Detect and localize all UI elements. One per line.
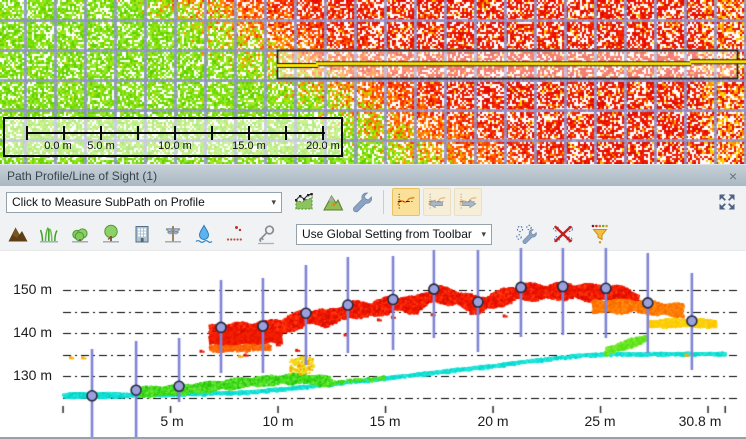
scale-bar-tick	[63, 126, 65, 140]
shrub-icon[interactable]	[67, 221, 93, 247]
y-axis-label: 150 m	[2, 281, 52, 299]
y-axis-label: 130 m	[2, 367, 52, 385]
scale-bar-tick	[322, 126, 324, 140]
toolbar-separator	[383, 190, 384, 214]
panel-titlebar[interactable]: Path Profile/Line of Sight (1) ×	[0, 164, 746, 186]
tree-icon[interactable]	[98, 221, 124, 247]
profile-canvas[interactable]	[0, 245, 746, 439]
terrain-profile-icon[interactable]	[320, 189, 346, 215]
x-axis-label: 5 m	[160, 413, 183, 429]
x-axis-label: 30.8 m	[679, 413, 722, 429]
close-icon[interactable]: ×	[727, 169, 739, 183]
expand-view-icon[interactable]	[714, 189, 740, 215]
scale-bar-label: 10.0 m	[158, 140, 192, 152]
building-icon[interactable]	[129, 221, 155, 247]
chevron-down-icon[interactable]: ▾	[477, 229, 486, 240]
scale-bar-tick	[285, 126, 287, 140]
key-icon[interactable]	[253, 221, 279, 247]
x-axis-label: 10 m	[262, 413, 293, 429]
global-setting-value: Use Global Setting from Toolbar	[302, 227, 472, 241]
profile-toolbar: Click to Measure SubPath on Profile ▾	[0, 186, 746, 218]
profile-current-icon[interactable]	[392, 188, 420, 216]
y-axis-label: 140 m	[2, 324, 52, 342]
x-axis-label: 15 m	[369, 413, 400, 429]
panel-title: Path Profile/Line of Sight (1)	[7, 169, 157, 183]
powerline-icon[interactable]	[160, 221, 186, 247]
ground-icon[interactable]	[5, 221, 31, 247]
points-settings-icon[interactable]	[513, 221, 539, 247]
app-window: 0.0 m 5.0 m 10.0 m 15.0 m 20.0 m Path Profil…	[0, 0, 746, 439]
scale-bar-label: 0.0 m	[44, 140, 72, 152]
profile-prev-icon[interactable]	[423, 188, 451, 216]
map-plan-view[interactable]: 0.0 m 5.0 m 10.0 m 15.0 m 20.0 m	[0, 0, 746, 164]
noise-points-icon[interactable]	[222, 221, 248, 247]
water-icon[interactable]	[191, 221, 217, 247]
profile-next-icon[interactable]	[454, 188, 482, 216]
points-delete-icon[interactable]	[550, 221, 576, 247]
points-filter-icon[interactable]	[587, 221, 613, 247]
chevron-down-icon[interactable]: ▾	[267, 197, 276, 208]
profile-measure-icon[interactable]	[291, 189, 317, 215]
wrench-icon[interactable]	[349, 189, 375, 215]
scale-bar-tick	[26, 126, 28, 140]
x-axis-label: 25 m	[584, 413, 615, 429]
measure-mode-dropdown[interactable]: Click to Measure SubPath on Profile ▾	[6, 192, 282, 213]
scale-bar-tick	[174, 126, 176, 140]
scale-bar-label: 15.0 m	[232, 140, 266, 152]
global-setting-dropdown[interactable]: Use Global Setting from Toolbar ▾	[296, 224, 492, 245]
scale-bar-tick	[211, 126, 213, 140]
classification-toolbar: Use Global Setting from Toolbar ▾	[0, 218, 746, 251]
scale-bar-tick	[137, 126, 139, 140]
scale-bar-label: 5.0 m	[87, 140, 115, 152]
scale-bar: 0.0 m 5.0 m 10.0 m 15.0 m 20.0 m	[3, 117, 343, 157]
scale-bar-line	[27, 132, 325, 134]
scale-bar-label: 20.0 m	[306, 140, 340, 152]
x-axis-label: 20 m	[477, 413, 508, 429]
profile-chart[interactable]: 150 m 140 m 130 m 5 m 10 m 15 m 20 m 25 m 30.8 …	[0, 251, 746, 437]
grass-icon[interactable]	[36, 221, 62, 247]
scale-bar-tick	[248, 126, 250, 140]
measure-mode-value: Click to Measure SubPath on Profile	[12, 195, 205, 209]
scale-bar-tick	[100, 126, 102, 140]
